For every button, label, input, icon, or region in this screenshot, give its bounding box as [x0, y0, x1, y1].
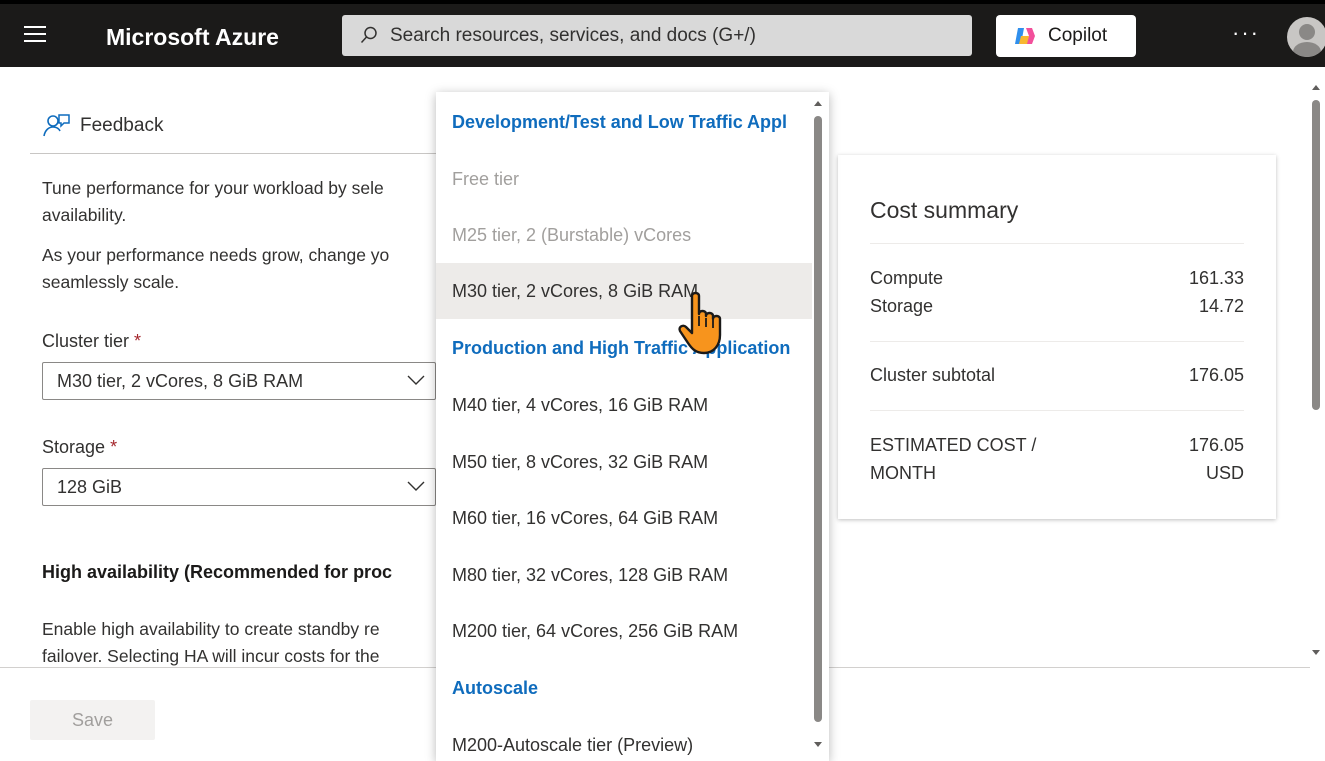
required-mark: * [110, 437, 118, 457]
search-box[interactable]: Search resources, services, and docs (G+… [342, 15, 972, 56]
compute-label: Compute [870, 268, 944, 288]
chevron-down-icon [407, 481, 425, 491]
dropdown-option[interactable]: M50 tier, 8 vCores, 32 GiB RAM [436, 434, 812, 490]
dropdown-option: Free tier [452, 169, 520, 189]
copilot-label: Copilot [1048, 25, 1108, 46]
search-placeholder: Search resources, services, and docs (G+… [390, 25, 756, 46]
high-availability-text-line: Enable high availability to create stand… [42, 619, 380, 639]
avatar[interactable] [1287, 17, 1325, 57]
storage-value: 128 GiB [57, 477, 123, 497]
storage-select[interactable]: 128 GiB [42, 468, 436, 506]
storage-label: Storage * [42, 437, 118, 457]
cluster-tier-value: M30 tier, 2 vCores, 8 GiB RAM [57, 371, 304, 391]
storage-cost-value: 14.72 [1198, 296, 1244, 316]
estimated-cost-label-line2: MONTH [870, 463, 936, 483]
dropdown-group-header: Development/Test and Low Traffic Appl [452, 112, 788, 132]
dropdown-option-selected[interactable]: M30 tier, 2 vCores, 8 GiB RAM [436, 263, 812, 319]
dropdown-scroll-thumb[interactable] [814, 116, 822, 722]
top-bar: Microsoft Azure Search resources, servic… [0, 0, 1325, 67]
scroll-up-arrow-icon[interactable] [1310, 82, 1322, 92]
divider [870, 341, 1244, 342]
required-mark: * [134, 331, 142, 351]
feedback-icon [43, 114, 70, 137]
page-scroll-thumb[interactable] [1312, 100, 1320, 410]
cluster-tier-label: Cluster tier * [42, 331, 142, 351]
intro-text-line: Tune performance for your workload by se… [42, 178, 384, 198]
dropdown-option[interactable]: M40 tier, 4 vCores, 16 GiB RAM [436, 377, 812, 433]
dropdown-option[interactable]: M60 tier, 16 vCores, 64 GiB RAM [436, 490, 812, 546]
copilot-button[interactable]: Copilot [996, 15, 1136, 57]
cost-summary-title: Cost summary [870, 197, 1019, 223]
dropdown-scrollbar[interactable] [813, 92, 823, 761]
divider [30, 153, 440, 154]
dropdown-group-header: Production and High Traffic Application [452, 338, 791, 358]
cost-summary-card: Cost summary Compute 161.33 Storage 14.7… [838, 155, 1276, 519]
intro-text-line: seamlessly scale. [42, 272, 180, 292]
copilot-icon [1015, 28, 1035, 44]
cluster-tier-dropdown-list: Development/Test and Low Traffic Appl Fr… [436, 92, 829, 761]
compute-value: 161.33 [1188, 268, 1244, 288]
cluster-subtotal-value: 176.05 [1188, 365, 1244, 385]
intro-text-line: As your performance needs grow, change y… [42, 245, 390, 265]
estimated-cost-value: 176.05 [1188, 435, 1244, 455]
dropdown-option[interactable]: M200-Autoscale tier (Preview) [436, 717, 812, 761]
divider [870, 410, 1244, 411]
high-availability-heading: High availability (Recommended for proc [42, 562, 393, 582]
search-icon [360, 26, 377, 44]
chevron-down-icon [407, 375, 425, 385]
portal-title[interactable]: Microsoft Azure [106, 24, 279, 51]
scroll-down-arrow-icon[interactable] [1310, 648, 1322, 658]
hamburger-menu-icon[interactable] [24, 26, 46, 44]
estimated-cost-label: ESTIMATED COST / [870, 435, 1037, 455]
scroll-up-arrow-icon[interactable] [813, 98, 823, 108]
dropdown-option: M25 tier, 2 (Burstable) vCores [452, 225, 692, 245]
estimated-cost-currency: USD [1205, 463, 1244, 483]
dropdown-option[interactable]: M200 tier, 64 vCores, 256 GiB RAM [436, 603, 812, 659]
dropdown-group-header: Autoscale [452, 678, 539, 698]
scroll-down-arrow-icon[interactable] [813, 740, 823, 750]
more-options-icon[interactable]: ··· [1232, 20, 1260, 46]
intro-text-line: availability. [42, 205, 127, 225]
page-scrollbar[interactable] [1310, 80, 1322, 665]
high-availability-text-line: failover. Selecting HA will incur costs … [42, 646, 380, 666]
cluster-subtotal-label: Cluster subtotal [870, 365, 996, 385]
save-button[interactable]: Save [30, 700, 155, 740]
feedback-label: Feedback [80, 115, 164, 136]
cluster-tier-select[interactable]: M30 tier, 2 vCores, 8 GiB RAM [42, 362, 436, 400]
dropdown-option[interactable]: M80 tier, 32 vCores, 128 GiB RAM [436, 547, 812, 603]
hand-cursor-icon [678, 291, 722, 355]
divider [870, 243, 1244, 244]
storage-cost-label: Storage [870, 296, 934, 316]
